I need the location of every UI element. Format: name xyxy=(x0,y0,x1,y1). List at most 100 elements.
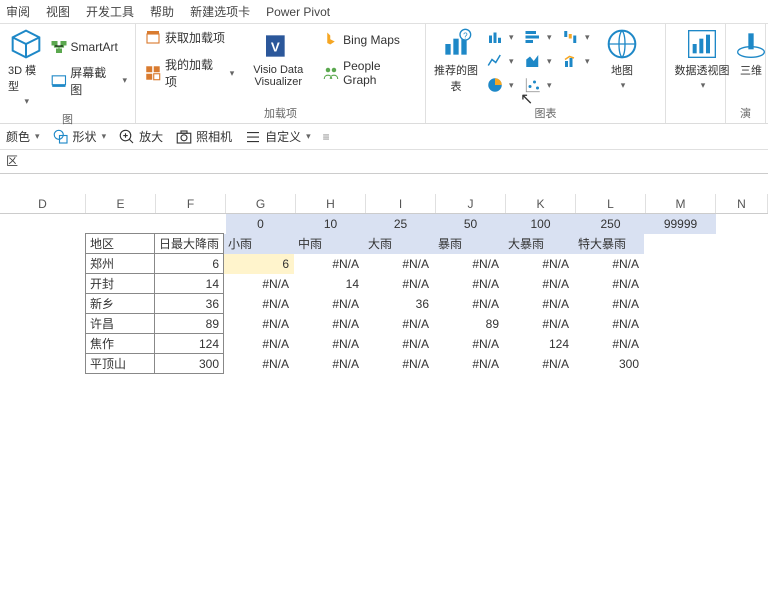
cell[interactable]: #N/A xyxy=(364,354,434,374)
cell[interactable]: #N/A xyxy=(574,334,644,354)
cell[interactable]: 100 xyxy=(506,214,576,234)
col-header-F[interactable]: F xyxy=(156,194,226,213)
cell[interactable]: 14 xyxy=(154,273,224,294)
cell[interactable]: 124 xyxy=(504,334,574,354)
cell[interactable]: 300 xyxy=(154,353,224,374)
threed-model-button[interactable]: 3D 模型▾ xyxy=(8,28,44,107)
cell[interactable] xyxy=(0,274,86,294)
cell[interactable] xyxy=(714,294,766,314)
cell[interactable]: 新乡 xyxy=(85,293,155,314)
cell[interactable] xyxy=(714,314,766,334)
cell[interactable] xyxy=(714,354,766,374)
my-addin-button[interactable]: 我的加载项▾ xyxy=(144,56,234,90)
cell[interactable] xyxy=(0,314,86,334)
recommended-charts-button[interactable]: ? 推荐的图表 xyxy=(434,28,478,94)
cell[interactable]: #N/A xyxy=(504,354,574,374)
cell[interactable]: #N/A xyxy=(294,334,364,354)
cell[interactable] xyxy=(714,334,766,354)
cell[interactable]: #N/A xyxy=(434,294,504,314)
cell[interactable]: 36 xyxy=(364,294,434,314)
cell[interactable]: 300 xyxy=(574,354,644,374)
cell[interactable] xyxy=(0,354,86,374)
menu-help[interactable]: 帮助 xyxy=(150,3,174,20)
visio-button[interactable]: V Visio Data Visualizer xyxy=(248,30,308,88)
col-header-G[interactable]: G xyxy=(226,194,296,213)
shape-button[interactable]: 形状▾ xyxy=(52,128,107,146)
screenshot-button[interactable]: 屏幕截图▾ xyxy=(50,64,127,98)
cell[interactable]: #N/A xyxy=(224,294,294,314)
cell[interactable]: 开封 xyxy=(85,273,155,294)
cell[interactable]: #N/A xyxy=(294,254,364,274)
zoom-in-button[interactable]: 放大 xyxy=(118,128,163,146)
cell[interactable]: #N/A xyxy=(574,294,644,314)
cell[interactable] xyxy=(644,294,714,314)
cell[interactable] xyxy=(714,234,766,254)
cell[interactable]: #N/A xyxy=(224,354,294,374)
cell[interactable]: #N/A xyxy=(434,334,504,354)
cell[interactable]: 6 xyxy=(224,254,294,274)
col-header-E[interactable]: E xyxy=(86,194,156,213)
cell[interactable]: #N/A xyxy=(364,254,434,274)
cell[interactable] xyxy=(0,214,86,234)
smartart-button[interactable]: SmartArt xyxy=(50,38,127,56)
col-header-N[interactable]: N xyxy=(716,194,768,213)
cell[interactable] xyxy=(644,234,714,254)
cell[interactable]: 25 xyxy=(366,214,436,234)
cell[interactable]: #N/A xyxy=(574,314,644,334)
cell[interactable]: #N/A xyxy=(574,274,644,294)
menu-pivot[interactable]: Power Pivot xyxy=(266,5,330,19)
cell[interactable]: #N/A xyxy=(364,314,434,334)
menu-review[interactable]: 审阅 xyxy=(6,3,30,20)
col-header-H[interactable]: H xyxy=(296,194,366,213)
cell[interactable] xyxy=(156,214,226,234)
cell[interactable]: 89 xyxy=(434,314,504,334)
cell[interactable] xyxy=(644,354,714,374)
cell[interactable]: #N/A xyxy=(294,314,364,334)
cell[interactable] xyxy=(86,214,156,234)
threed-map-button[interactable]: 三维 xyxy=(734,28,768,78)
cell[interactable]: 36 xyxy=(154,293,224,314)
bing-maps-button[interactable]: Bing Maps xyxy=(322,31,417,49)
combo-chart-button[interactable]: ▾ xyxy=(562,52,592,70)
cell[interactable] xyxy=(716,214,768,234)
area-chart-button[interactable]: ▾ xyxy=(524,52,554,70)
cell[interactable]: #N/A xyxy=(364,274,434,294)
cell[interactable]: #N/A xyxy=(434,354,504,374)
menu-newtab[interactable]: 新建选项卡 xyxy=(190,3,250,20)
map-button[interactable]: 地图▾ xyxy=(600,28,644,91)
cell[interactable]: #N/A xyxy=(504,294,574,314)
line-chart-button[interactable]: ▾ xyxy=(486,52,516,70)
cell[interactable]: 89 xyxy=(154,313,224,334)
formula-bar[interactable]: 区 xyxy=(0,150,768,174)
col-header-M[interactable]: M xyxy=(646,194,716,213)
get-addin-button[interactable]: 获取加载项 xyxy=(144,28,234,46)
pie-chart-button[interactable]: ▾ xyxy=(486,76,516,94)
cell[interactable] xyxy=(714,254,766,274)
color-button[interactable]: 颜色▾ xyxy=(6,128,40,145)
waterfall-chart-button[interactable]: ▾ xyxy=(562,28,592,46)
cell[interactable]: #N/A xyxy=(364,334,434,354)
cell[interactable]: 50 xyxy=(436,214,506,234)
cell[interactable]: 99999 xyxy=(646,214,716,234)
cell[interactable]: #N/A xyxy=(224,334,294,354)
cell[interactable]: 郑州 xyxy=(85,253,155,274)
cell[interactable]: #N/A xyxy=(294,354,364,374)
col-header-K[interactable]: K xyxy=(506,194,576,213)
people-graph-button[interactable]: People Graph xyxy=(322,59,417,87)
cell[interactable]: 大暴雨 xyxy=(504,234,574,254)
col-header-L[interactable]: L xyxy=(576,194,646,213)
cell[interactable]: 6 xyxy=(154,253,224,274)
cell[interactable]: #N/A xyxy=(504,274,574,294)
cell[interactable]: 日最大降雨 xyxy=(154,233,224,254)
cell[interactable]: #N/A xyxy=(504,314,574,334)
scatter-chart-button[interactable]: ▾ xyxy=(524,76,554,94)
cell[interactable]: #N/A xyxy=(434,254,504,274)
col-header-D[interactable]: D xyxy=(0,194,86,213)
cell[interactable]: 0 xyxy=(226,214,296,234)
camera-button[interactable]: 照相机 xyxy=(175,128,232,146)
overflow-button[interactable]: ≡ xyxy=(323,130,330,144)
column-chart-button[interactable]: ▾ xyxy=(486,28,516,46)
cell[interactable]: #N/A xyxy=(224,314,294,334)
cell[interactable] xyxy=(714,274,766,294)
cell[interactable]: 小雨 xyxy=(224,234,294,254)
